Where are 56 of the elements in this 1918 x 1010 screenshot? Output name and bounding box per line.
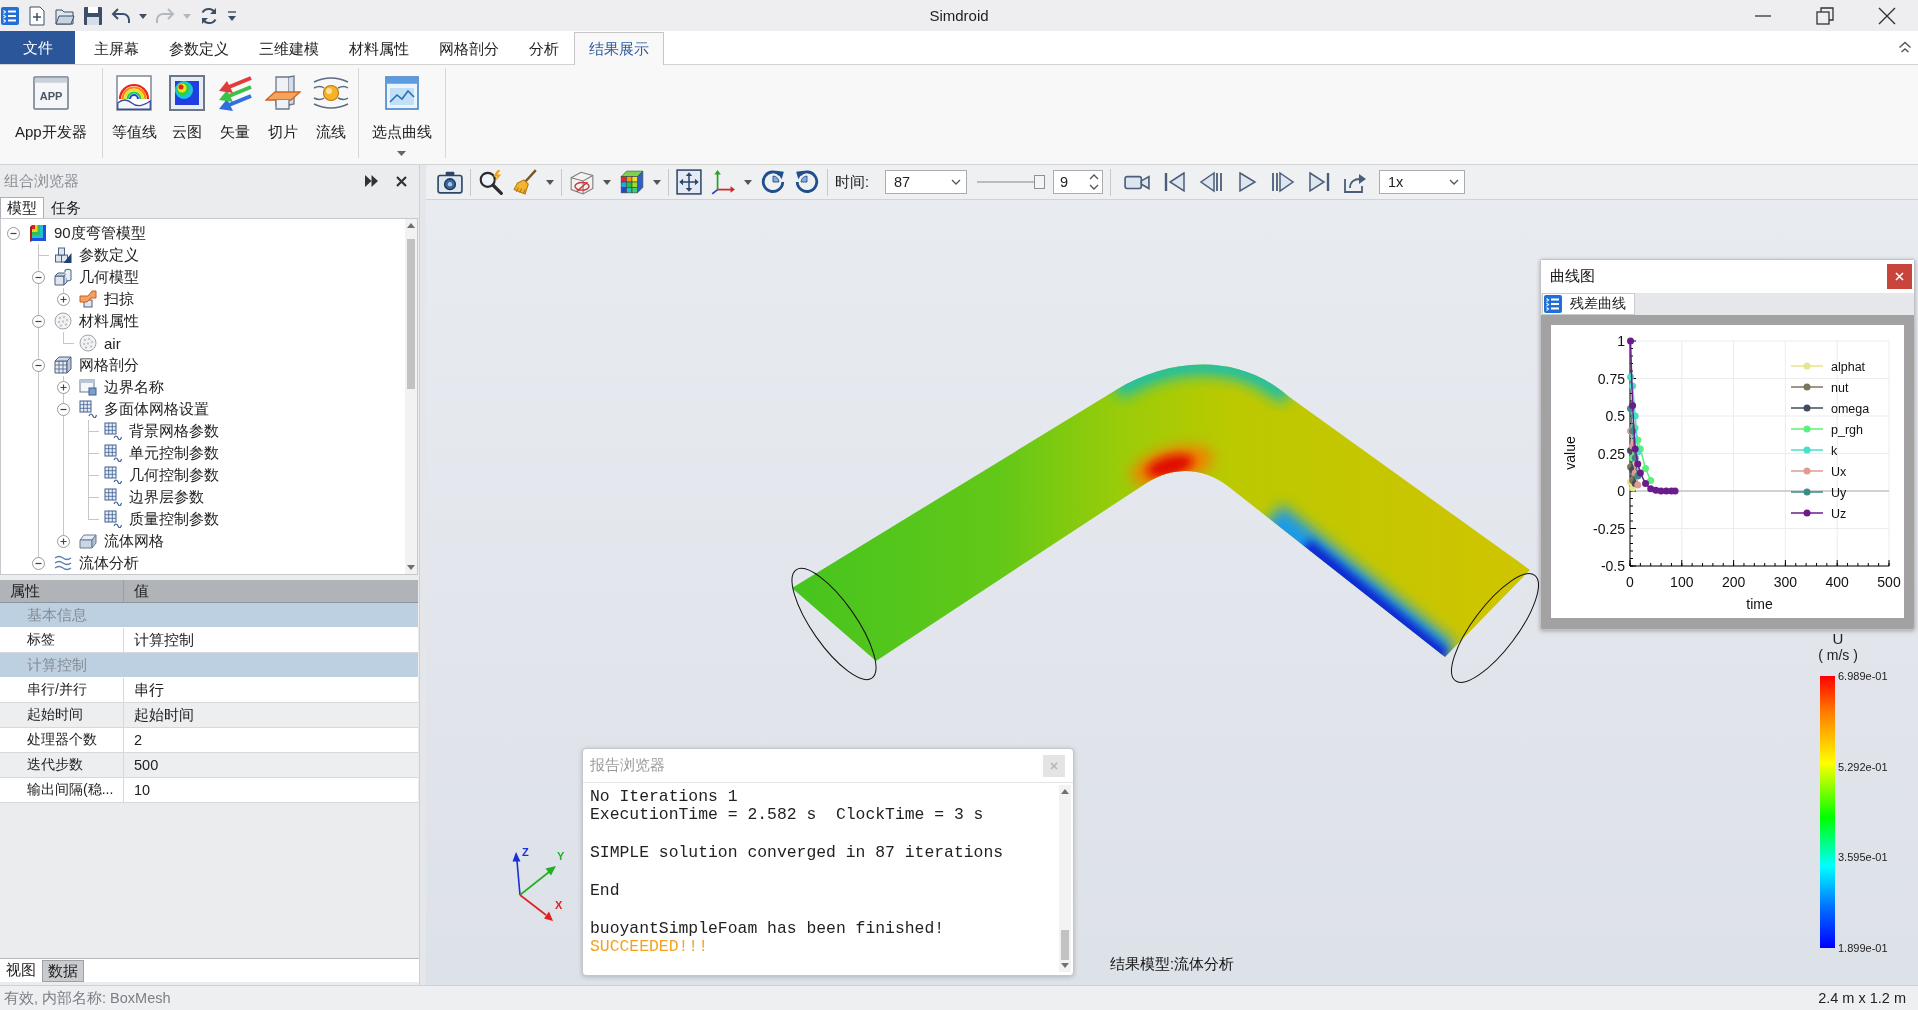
legend-label: alphat (1831, 359, 1866, 374)
log-line: buoyantSimpleFoam has been finished! (590, 920, 945, 938)
property-name: 迭代步数 (0, 753, 124, 778)
axis-label: Y (557, 850, 565, 862)
group-header: 基本信息 (0, 603, 418, 628)
column-header: 值 (133, 581, 150, 601)
scale-label: 3.595e-01 (1838, 851, 1888, 864)
tick-label: 0 (1626, 574, 1634, 590)
log-line: ExecutionTime = 2.582 s ClockTime = 3 s (590, 806, 984, 824)
scale-label: 6.989e-01 (1838, 670, 1888, 682)
window-title: Simdroid (929, 7, 989, 24)
tick-label: 100 (1670, 574, 1694, 590)
log-line: SIMPLE solution converged in 87 iterations (590, 844, 1004, 862)
tick-label: 0 (1617, 483, 1625, 499)
tick-label: 0.25 (1597, 445, 1625, 462)
property-name: 标签 (0, 628, 124, 653)
tick-label: 200 (1721, 574, 1746, 590)
axis-title: time (1746, 596, 1773, 612)
legend-label: p_rgh (1831, 422, 1863, 437)
legend-label: Uy (1831, 485, 1847, 500)
status-text: 有效, 内部名称: BoxMesh (4, 988, 171, 1008)
legend-label: Uz (1831, 506, 1847, 521)
tick-label: 0.5 (1605, 408, 1625, 424)
axis-title: value (1562, 436, 1578, 470)
tick-label: 1 (1617, 333, 1625, 349)
tick-label: -0.5 (1600, 558, 1625, 574)
legend-label: omega (1831, 401, 1870, 416)
tick-label: 500 (1877, 574, 1901, 590)
legend-label: k (1831, 443, 1838, 458)
log-line: No Iterations 1 (590, 788, 738, 806)
legend-label: Ux (1831, 464, 1847, 479)
legend-unit: ( m/s ) (1818, 647, 1858, 664)
legend-label: nut (1831, 380, 1849, 395)
scale-label: 5.292e-01 (1838, 760, 1888, 773)
log-line: SUCCEEDED!!! (590, 938, 709, 956)
legend-title: U (1832, 630, 1844, 647)
property-name: 起始时间 (0, 703, 124, 728)
property-name: 处理器个数 (0, 728, 124, 753)
tick-label: 0.75 (1597, 370, 1625, 387)
tick-label: 400 (1825, 574, 1849, 590)
dimension-text: 2.4 m x 1.2 m (1818, 990, 1906, 1006)
column-header: 属性 (0, 580, 124, 602)
time-label: 时间: (835, 172, 870, 192)
axis-label: X (555, 899, 563, 911)
tick-label: -0.25 (1593, 520, 1625, 537)
property-name: 输出间隔(稳... (0, 778, 124, 803)
axis-label: Z (522, 846, 529, 858)
tick-label: 300 (1773, 574, 1798, 590)
scale-label: 1.899e-01 (1838, 941, 1888, 954)
model-label: 结果模型:流体分析 (1110, 955, 1235, 974)
group-header: 计算控制 (0, 653, 418, 678)
log-line: End (590, 882, 620, 900)
window-title: 报告浏览器 (590, 756, 665, 775)
panel-title: 组合浏览器 (4, 171, 79, 191)
property-name: 串行/并行 (0, 678, 124, 703)
window-title: 曲线图 (1550, 267, 1595, 286)
